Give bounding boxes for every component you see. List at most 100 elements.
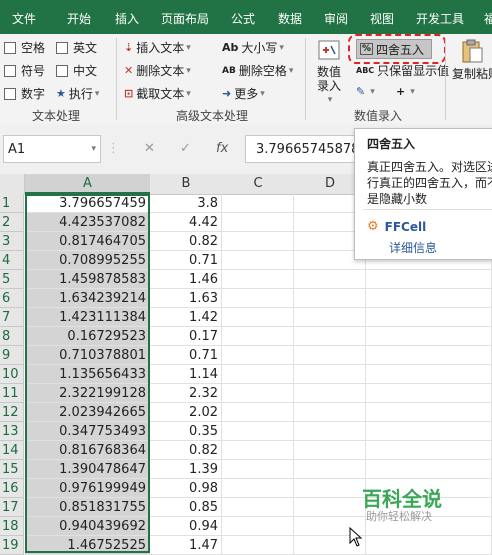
tab-home[interactable]: 开始 (67, 10, 91, 27)
column-header-c[interactable]: C (222, 174, 295, 195)
cell-a[interactable]: 2.023942665 (25, 403, 150, 422)
row-header[interactable]: 2 (0, 213, 24, 232)
cut-text-button[interactable]: ⊡ 截取文本 ▾ (124, 85, 191, 102)
cell-b[interactable]: 0.98 (150, 479, 222, 498)
cell-d[interactable] (294, 460, 366, 479)
checkbox-space[interactable]: 空格 (4, 39, 45, 56)
cell-b[interactable]: 0.94 (150, 517, 222, 536)
cell-a[interactable]: 0.816768364 (25, 441, 150, 460)
cell-b[interactable]: 0.71 (150, 346, 222, 365)
row-header[interactable]: 19 (0, 536, 24, 555)
checkbox-number[interactable]: 数字 (4, 85, 45, 102)
checkbox-icon[interactable] (4, 41, 16, 54)
cell-d[interactable] (294, 308, 366, 327)
cell-a[interactable]: 2.322199128 (25, 384, 150, 403)
tab-developer[interactable]: 开发工具 (416, 10, 464, 27)
row-header[interactable]: 13 (0, 422, 24, 441)
checkbox-icon[interactable] (56, 64, 68, 77)
row-header[interactable]: 4 (0, 251, 24, 270)
keep-display-value-button[interactable]: ABC 只保留显示值 (356, 62, 449, 79)
tab-view[interactable]: 视图 (370, 10, 394, 27)
cell-e[interactable] (366, 346, 492, 365)
row-header[interactable]: 6 (0, 289, 24, 308)
row-header[interactable]: 3 (0, 232, 24, 251)
cell-a[interactable]: 1.459878583 (25, 270, 150, 289)
cell-d[interactable] (294, 365, 366, 384)
row-header[interactable]: 15 (0, 460, 24, 479)
tab-data[interactable]: 数据 (278, 10, 302, 27)
delete-text-button[interactable]: ✕ 删除文本 ▾ (124, 62, 191, 79)
cell-a[interactable]: 0.817464705 (25, 232, 150, 251)
row-header[interactable]: 9 (0, 346, 24, 365)
cell-a[interactable]: 0.708995255 (25, 251, 150, 270)
cell-c[interactable] (222, 194, 294, 213)
cell-c[interactable] (222, 289, 294, 308)
more-button[interactable]: ➜ 更多 ▾ (222, 85, 265, 102)
cancel-icon[interactable]: ✕ (144, 141, 155, 156)
cell-d[interactable] (294, 384, 366, 403)
row-header[interactable]: 18 (0, 517, 24, 536)
cell-a[interactable]: 1.390478647 (25, 460, 150, 479)
cell-a[interactable]: 1.423111384 (25, 308, 150, 327)
checkbox-chinese[interactable]: 中文 (56, 62, 97, 79)
tab-formulas[interactable]: 公式 (231, 10, 255, 27)
column-header-b[interactable]: B (150, 174, 223, 195)
cell-d[interactable] (294, 479, 366, 498)
cell-d[interactable] (294, 422, 366, 441)
cell-c[interactable] (222, 498, 294, 517)
checkbox-icon[interactable] (4, 64, 16, 77)
cell-e[interactable] (366, 270, 492, 289)
cell-b[interactable]: 0.82 (150, 441, 222, 460)
cell-b[interactable]: 4.42 (150, 213, 222, 232)
tab-fu[interactable]: 福 (484, 10, 492, 27)
row-header[interactable]: 16 (0, 479, 24, 498)
cell-b[interactable]: 2.02 (150, 403, 222, 422)
cell-c[interactable] (222, 479, 294, 498)
cell-e[interactable] (366, 441, 492, 460)
cell-d[interactable] (294, 346, 366, 365)
cell-e[interactable] (366, 365, 492, 384)
cell-c[interactable] (222, 517, 294, 536)
cell-c[interactable] (222, 327, 294, 346)
delete-spaces-button[interactable]: AB 删除空格 ▾ (222, 62, 293, 79)
add-button[interactable]: + ▾ (396, 85, 415, 98)
cell-c[interactable] (222, 308, 294, 327)
cell-c[interactable] (222, 213, 294, 232)
cell-e[interactable] (366, 289, 492, 308)
cell-b[interactable]: 0.82 (150, 232, 222, 251)
cell-b[interactable]: 1.39 (150, 460, 222, 479)
round-button[interactable]: % 四舍五入 (356, 39, 432, 59)
row-header[interactable]: 5 (0, 270, 24, 289)
checkbox-english[interactable]: 英文 (56, 39, 97, 56)
copy-paste-button[interactable]: 复制粘贴 (452, 38, 492, 81)
cell-a[interactable]: 1.135656433 (25, 365, 150, 384)
cell-b[interactable]: 1.14 (150, 365, 222, 384)
cell-a[interactable]: 0.347753493 (25, 422, 150, 441)
checkbox-icon[interactable] (56, 41, 68, 54)
cell-a[interactable]: 0.16729523 (25, 327, 150, 346)
cell-e[interactable] (366, 536, 492, 555)
enter-icon[interactable]: ✓ (180, 141, 191, 156)
row-header[interactable]: 1 (0, 194, 24, 213)
cell-a[interactable]: 0.940439692 (25, 517, 150, 536)
cell-b[interactable]: 0.85 (150, 498, 222, 517)
row-header[interactable]: 17 (0, 498, 24, 517)
cell-b[interactable]: 0.71 (150, 251, 222, 270)
cell-c[interactable] (222, 460, 294, 479)
cell-d[interactable] (294, 270, 366, 289)
numeric-entry-button[interactable]: 数值录入 ▾ (312, 38, 346, 107)
cell-b[interactable]: 1.63 (150, 289, 222, 308)
cell-a[interactable]: 3.796657459 (25, 194, 150, 213)
column-header-a[interactable]: A (25, 174, 151, 194)
cell-c[interactable] (222, 441, 294, 460)
row-header[interactable]: 14 (0, 441, 24, 460)
cell-d[interactable] (294, 289, 366, 308)
checkbox-symbol[interactable]: 符号 (4, 62, 45, 79)
cell-e[interactable] (366, 422, 492, 441)
cell-c[interactable] (222, 403, 294, 422)
cell-c[interactable] (222, 365, 294, 384)
cell-e[interactable] (366, 460, 492, 479)
tab-page-layout[interactable]: 页面布局 (161, 10, 209, 27)
cell-a[interactable]: 4.423537082 (25, 213, 150, 232)
edit-button[interactable]: ✎ ▾ (356, 85, 375, 98)
